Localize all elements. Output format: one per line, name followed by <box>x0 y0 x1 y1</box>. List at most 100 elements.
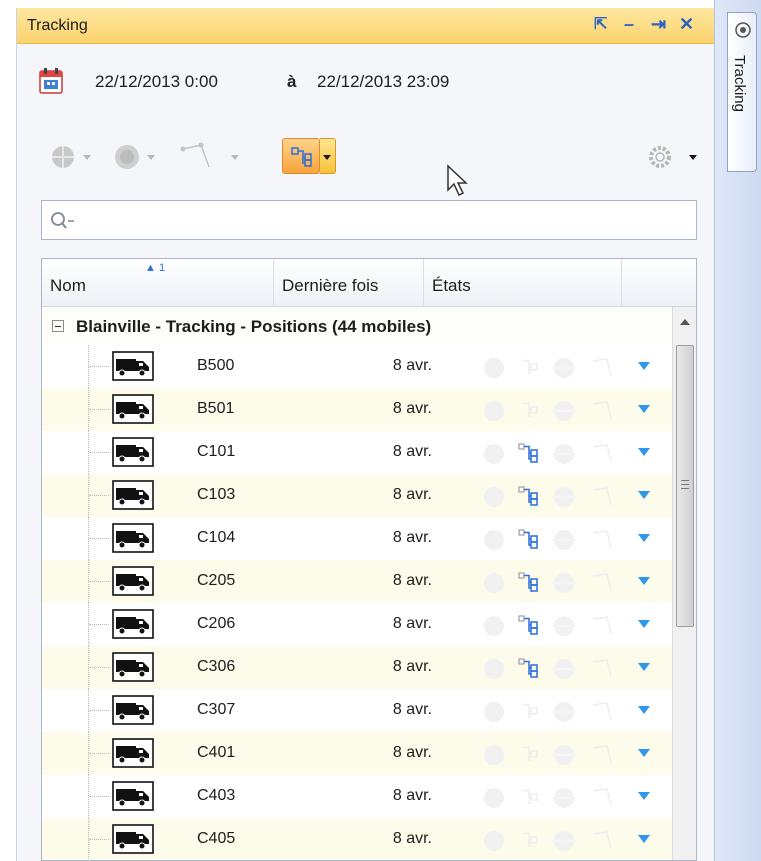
map-point-state-icon <box>552 788 576 808</box>
map-point-state-icon <box>552 659 576 679</box>
tree-view-dropdown[interactable] <box>320 138 336 174</box>
table-row[interactable]: B501 8 avr. <box>42 388 672 431</box>
date-to[interactable]: 22/12/2013 23:09 <box>317 72 449 92</box>
last-time: 8 avr. <box>392 443 432 460</box>
row-menu-arrow-icon[interactable] <box>638 749 650 757</box>
truck-icon <box>112 437 154 467</box>
collapse-toggle-icon[interactable] <box>52 320 64 332</box>
mobiles-grid: ▲ 1 Nom Dernière fois États Blainville -… <box>41 258 697 861</box>
tree-state-icon <box>523 703 538 718</box>
circle-state-icon <box>484 358 504 378</box>
group-row[interactable]: Blainville - Tracking - Positions (44 mo… <box>42 307 672 345</box>
close-icon[interactable]: ✕ <box>679 14 694 35</box>
table-row[interactable]: C103 8 avr. <box>42 474 672 517</box>
search-input[interactable] <box>80 207 680 233</box>
settings-gear-icon[interactable] <box>647 141 673 173</box>
route-state-icon <box>592 702 612 721</box>
settings-dropdown-icon[interactable] <box>689 155 697 160</box>
circle-target-dropdown-icon[interactable] <box>147 155 155 160</box>
row-menu-arrow-icon[interactable] <box>638 491 650 499</box>
row-menu-arrow-icon[interactable] <box>638 663 650 671</box>
table-row[interactable]: C104 8 avr. <box>42 517 672 560</box>
row-menu-arrow-icon[interactable] <box>638 448 650 456</box>
states-cell <box>440 826 630 854</box>
truck-icon <box>112 480 154 510</box>
column-header-etats[interactable]: États <box>424 259 622 307</box>
tree-branch <box>89 538 109 539</box>
circle-state-icon <box>484 530 504 550</box>
vertical-scrollbar[interactable] <box>672 307 696 860</box>
dock-tab-label: Tracking <box>731 55 748 112</box>
rows-container: B500 8 avr. B501 8 avr. C101 8 avr. C103 8 avr.… <box>42 345 672 860</box>
truck-icon <box>112 394 154 424</box>
map-point-dropdown-icon[interactable] <box>83 155 91 160</box>
tree-state-icon <box>518 615 538 635</box>
route-state-icon <box>592 444 612 463</box>
float-window-icon[interactable]: ⇱ <box>594 14 607 34</box>
states-cell <box>440 654 630 682</box>
calendar-icon[interactable] <box>39 68 63 94</box>
last-time: 8 avr. <box>392 400 432 417</box>
tree-view-button[interactable] <box>282 138 320 174</box>
table-row[interactable]: C306 8 avr. <box>42 646 672 689</box>
map-point-state-icon <box>552 530 576 550</box>
tree-branch <box>89 452 109 453</box>
truck-icon <box>112 781 154 811</box>
right-dock: Tracking <box>714 0 761 861</box>
circle-target-icon[interactable] <box>111 141 143 173</box>
route-dropdown-icon[interactable] <box>231 155 239 160</box>
table-row[interactable]: C205 8 avr. <box>42 560 672 603</box>
row-menu-arrow-icon[interactable] <box>638 534 650 542</box>
truck-icon <box>112 351 154 381</box>
row-menu-arrow-icon[interactable] <box>638 835 650 843</box>
column-label-etats: États <box>432 276 471 295</box>
map-point-state-icon <box>552 487 576 507</box>
row-menu-arrow-icon[interactable] <box>638 405 650 413</box>
table-row[interactable]: C403 8 avr. <box>42 775 672 818</box>
table-row[interactable]: C101 8 avr. <box>42 431 672 474</box>
scroll-thumb[interactable] <box>676 345 694 627</box>
last-time: 8 avr. <box>392 615 432 632</box>
tree-branch <box>89 667 109 668</box>
scroll-up-icon[interactable] <box>680 319 690 325</box>
minimize-icon[interactable]: – <box>624 14 634 35</box>
column-header-nom[interactable]: ▲ 1 Nom <box>42 259 274 307</box>
mobile-name: C405 <box>197 830 236 847</box>
map-point-state-icon <box>552 401 576 421</box>
date-from[interactable]: 22/12/2013 0:00 <box>95 72 218 92</box>
table-row[interactable]: C206 8 avr. <box>42 603 672 646</box>
mobile-name: C306 <box>197 658 236 675</box>
circle-state-icon <box>484 573 504 593</box>
route-icon[interactable] <box>179 141 219 173</box>
table-row[interactable]: C307 8 avr. <box>42 689 672 732</box>
row-menu-arrow-icon[interactable] <box>638 792 650 800</box>
truck-icon <box>112 609 154 639</box>
date-separator: à <box>287 72 297 91</box>
map-point-state-icon <box>552 616 576 636</box>
last-time: 8 avr. <box>392 701 432 718</box>
truck-icon <box>112 523 154 553</box>
row-menu-arrow-icon[interactable] <box>638 706 650 714</box>
row-menu-arrow-icon[interactable] <box>638 577 650 585</box>
circle-state-icon <box>484 487 504 507</box>
grip-icon <box>681 480 689 489</box>
mobile-name: C101 <box>197 443 236 460</box>
tree-branch <box>89 753 109 754</box>
row-menu-arrow-icon[interactable] <box>638 362 650 370</box>
map-point-icon[interactable] <box>49 141 79 173</box>
row-menu-arrow-icon[interactable] <box>638 620 650 628</box>
last-time: 8 avr. <box>392 529 432 546</box>
states-cell <box>440 439 630 467</box>
pin-icon[interactable]: ⇥ <box>651 14 666 35</box>
search-icon[interactable] <box>50 211 76 231</box>
mobile-name: C103 <box>197 486 236 503</box>
table-row[interactable]: C405 8 avr. <box>42 818 672 860</box>
column-header-derniere-fois[interactable]: Dernière fois <box>274 259 424 307</box>
dock-tab-tracking[interactable]: Tracking <box>727 12 757 172</box>
circle-state-icon <box>484 444 504 464</box>
states-cell <box>440 482 630 510</box>
truck-icon <box>112 738 154 768</box>
route-state-icon <box>592 745 612 764</box>
table-row[interactable]: B500 8 avr. <box>42 345 672 388</box>
table-row[interactable]: C401 8 avr. <box>42 732 672 775</box>
